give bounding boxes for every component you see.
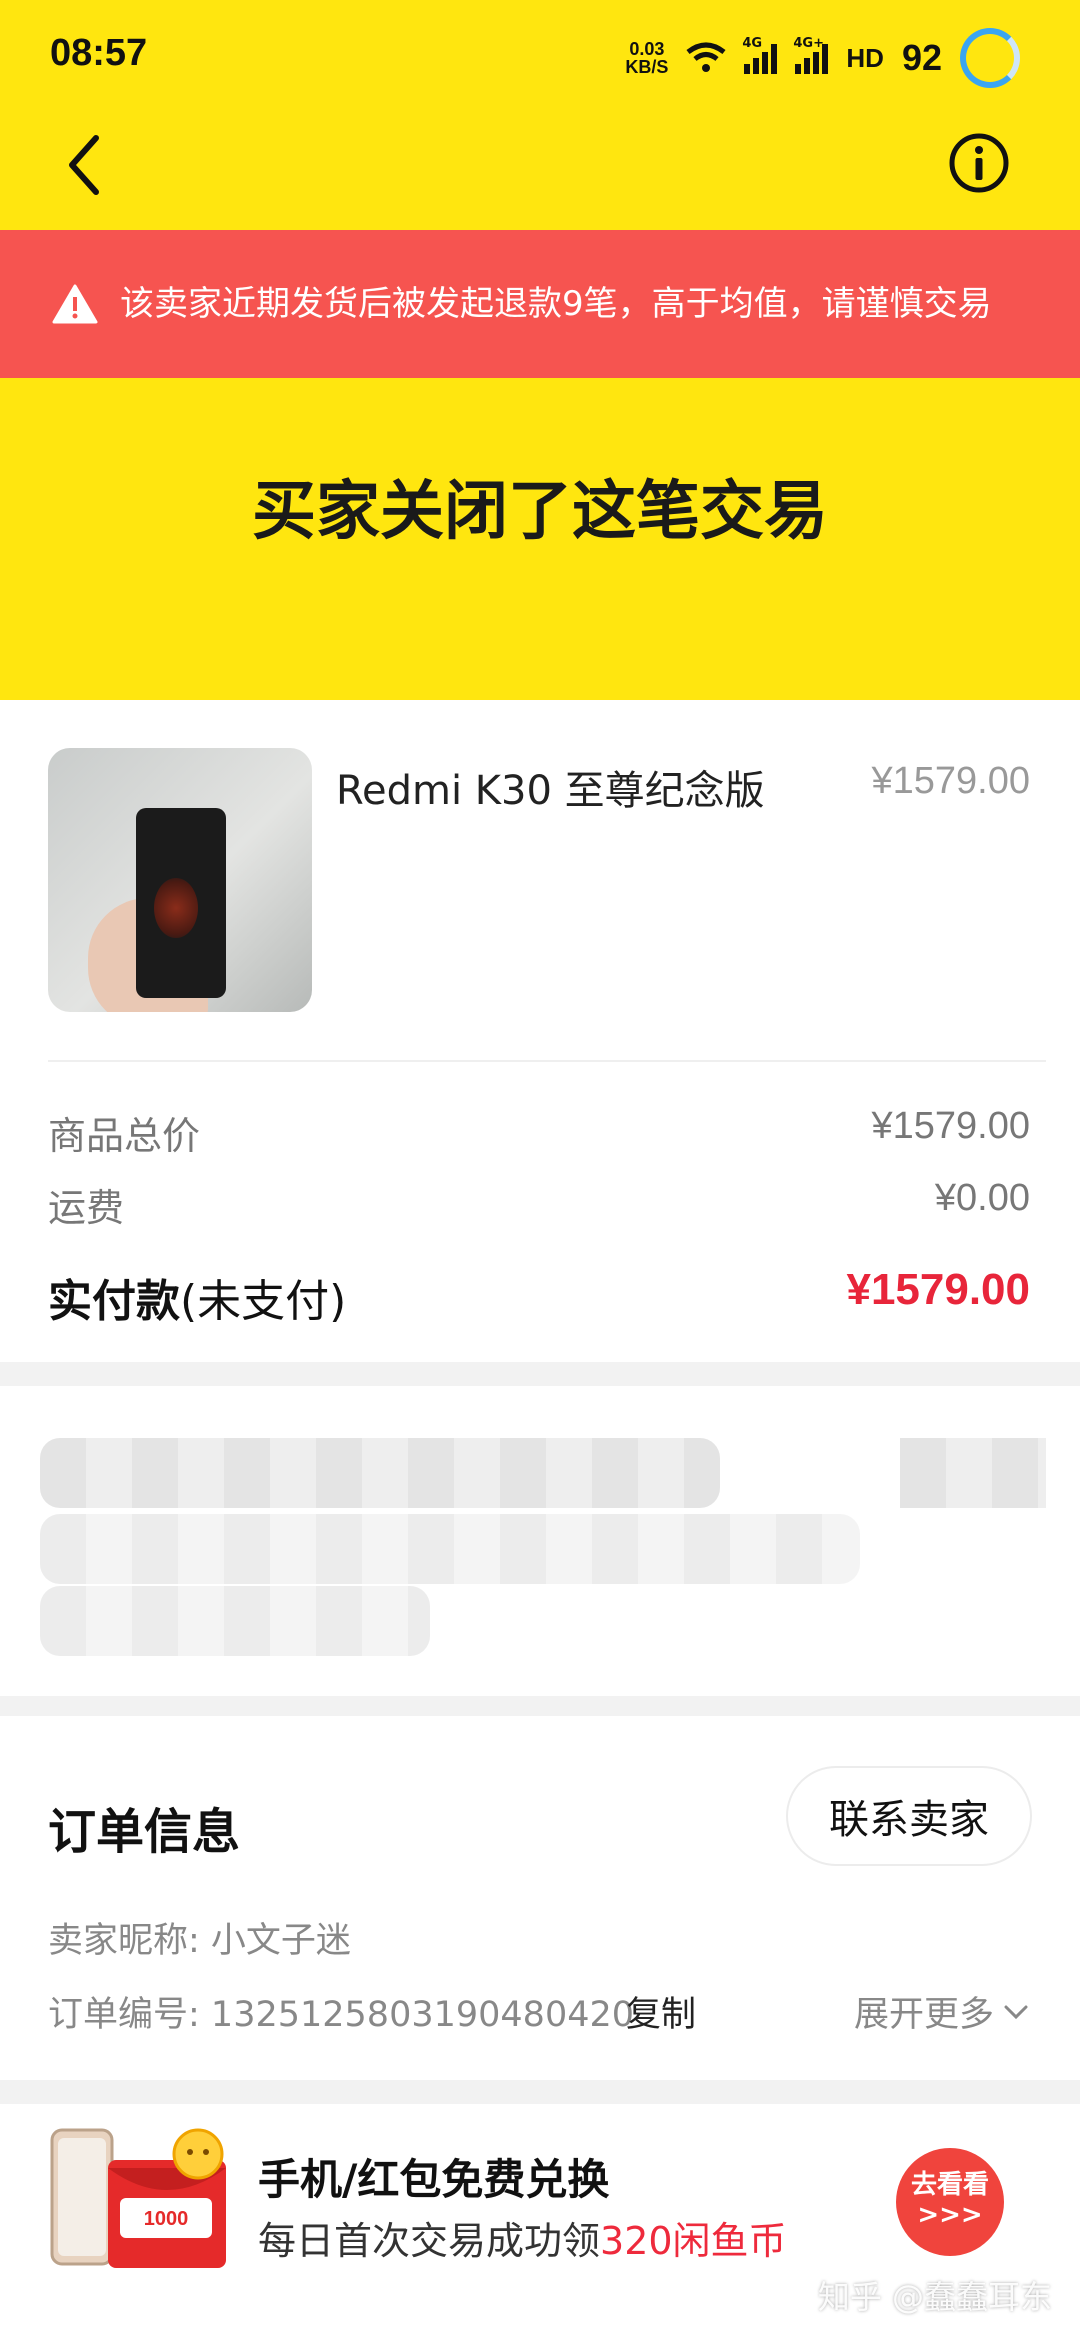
shipping-label: 运费 bbox=[48, 1186, 125, 1230]
order-info-title: 订单信息 bbox=[48, 1804, 241, 1860]
battery-icon bbox=[960, 28, 1020, 88]
warning-icon bbox=[52, 284, 98, 324]
promo-title: 手机/红包免费兑换 bbox=[258, 2155, 610, 2204]
status-bar: 08:57 0.03 KB/S 4G 4G+ HD 92 bbox=[0, 0, 1080, 115]
shipping-address-card[interactable] bbox=[0, 1386, 1080, 1696]
product-name[interactable]: Redmi K30 至尊纪念版 bbox=[336, 758, 765, 816]
redacted-recipient bbox=[40, 1438, 720, 1508]
chevron-left-icon[interactable] bbox=[60, 130, 110, 200]
promo-phone-redpacket-image: 1000 bbox=[50, 2128, 226, 2268]
paid-label: 实付款(未支付) bbox=[48, 1276, 347, 1327]
shipping-value: ¥0.00 bbox=[934, 1177, 1030, 1219]
seller-nickname: 卖家昵称: 小文子迷 bbox=[48, 1921, 351, 1961]
paid-amount: ¥1579.00 bbox=[846, 1265, 1030, 1314]
paid-status: (未支付) bbox=[180, 1276, 347, 1327]
copy-button[interactable]: 复制 bbox=[626, 1986, 696, 2037]
status-time: 08:57 bbox=[50, 32, 148, 74]
info-icon[interactable] bbox=[948, 132, 1010, 194]
chevron-down-icon bbox=[1004, 2005, 1028, 2019]
warning-text: 该卖家近期发货后被发起退款9笔，高于均值，请谨慎交易 bbox=[120, 284, 992, 324]
order-info-card: 订单信息 联系卖家 卖家昵称: 小文子迷 订单编号: 1325125803190… bbox=[0, 1716, 1080, 2080]
hd-voice-icon: HD bbox=[846, 42, 884, 73]
redacted-address-line2 bbox=[40, 1586, 430, 1656]
promo-badge-value: 1000 bbox=[144, 2208, 189, 2230]
product-price: ¥1579.00 bbox=[871, 760, 1031, 802]
expand-more-button[interactable]: 展开更多 bbox=[854, 1986, 1030, 2037]
watermark: 知乎 @蠢蠢耳东 bbox=[817, 2278, 1052, 2316]
wifi-icon bbox=[686, 42, 726, 72]
contact-seller-button[interactable]: 联系卖家 bbox=[786, 1766, 1032, 1866]
product-thumbnail[interactable] bbox=[48, 748, 312, 1012]
go-see-button[interactable]: 去看看 >>> bbox=[896, 2148, 1004, 2256]
redacted-address bbox=[40, 1514, 860, 1584]
subtotal-value: ¥1579.00 bbox=[871, 1105, 1031, 1147]
battery-level: 92 bbox=[901, 37, 942, 78]
signal-icon-1: 4G bbox=[742, 36, 778, 74]
redacted-phone bbox=[900, 1438, 1046, 1508]
subtotal-label: 商品总价 bbox=[48, 1114, 201, 1158]
promo-subtitle: 每日首次交易成功领320闲鱼币 bbox=[258, 2219, 787, 2263]
divider bbox=[48, 1060, 1046, 1062]
risk-warning-banner: 该卖家近期发货后被发起退款9笔，高于均值，请谨慎交易 bbox=[0, 230, 1080, 378]
order-status-title: 买家关闭了这笔交易 bbox=[252, 475, 828, 549]
signal-icon-2: 4G+ bbox=[793, 36, 829, 74]
net-speed: 0.03 KB/S bbox=[625, 39, 669, 77]
order-number: 订单编号: 1325125803190480420 bbox=[48, 1995, 635, 2035]
status-icons: 0.03 KB/S 4G 4G+ HD 92 bbox=[625, 28, 1020, 88]
product-card: Redmi K30 至尊纪念版 ¥1579.00 商品总价 ¥1579.00 运… bbox=[0, 700, 1080, 1362]
